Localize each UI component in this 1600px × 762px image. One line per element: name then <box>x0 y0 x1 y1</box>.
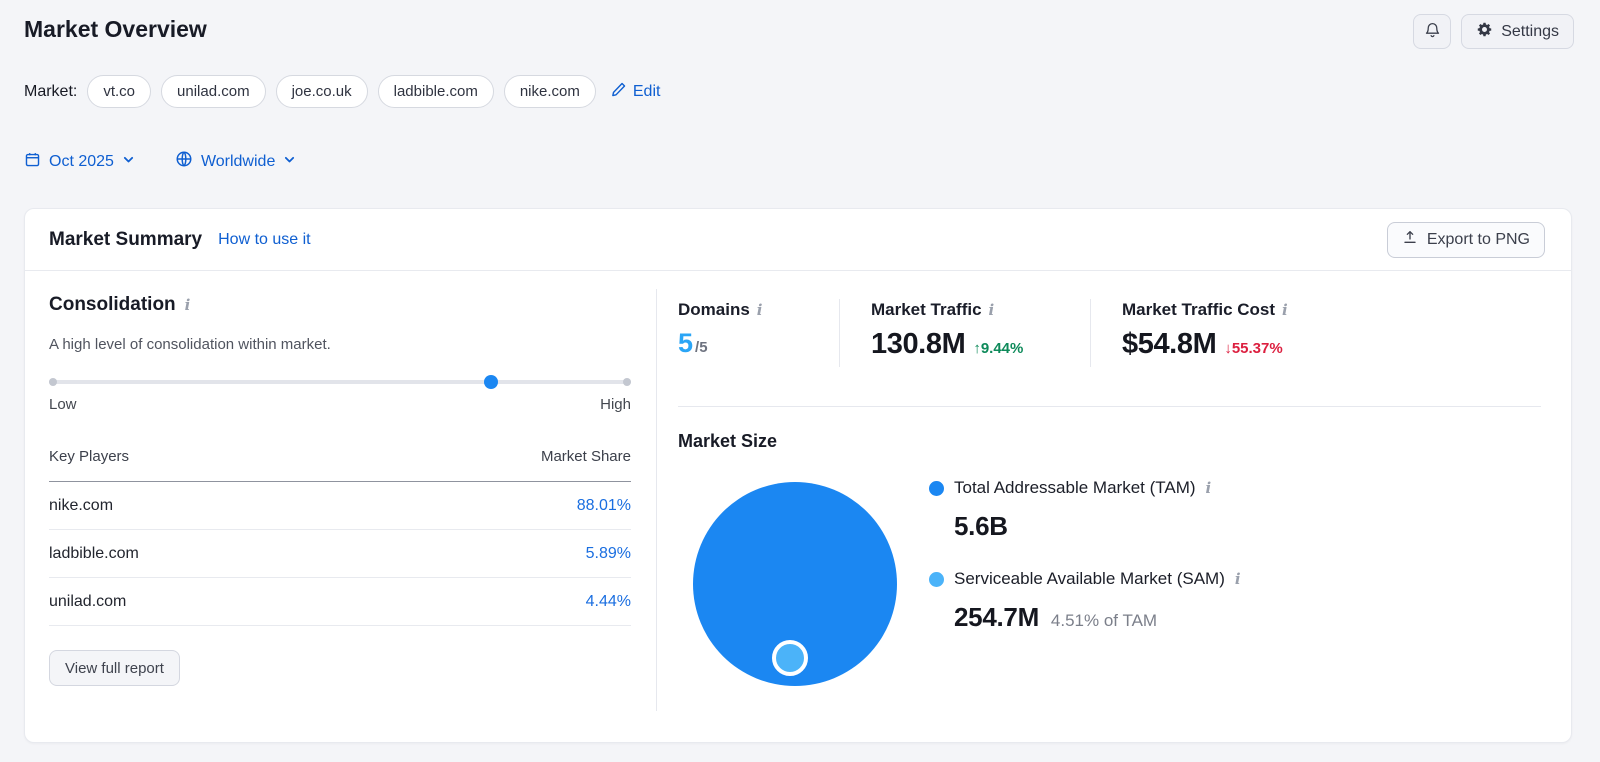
export-png-button[interactable]: Export to PNG <box>1386 221 1545 258</box>
tam-dot-icon <box>929 480 944 496</box>
export-png-label: Export to PNG <box>1426 230 1530 248</box>
page-root: Market Overview Settings Market: vt.co u… <box>0 0 1600 762</box>
gauge-high-label: High <box>600 396 631 413</box>
table-row: nike.com 88.01% <box>49 482 631 530</box>
sam-dot-icon <box>929 571 944 587</box>
how-to-use-link[interactable]: How to use it <box>218 231 310 249</box>
notifications-button[interactable] <box>1413 14 1452 49</box>
consolidation-gauge <box>49 375 631 389</box>
gauge-low-label: Low <box>49 396 77 413</box>
card-header: Market Summary How to use it Export to P… <box>25 209 1571 271</box>
metrics-row: Domains i 5/5 Market Traffic i 130.8M ↑9… <box>678 299 1546 367</box>
column-divider <box>656 289 657 711</box>
tam-legend-row: Total Addressable Market (TAM) i <box>929 477 1241 499</box>
table-header: Key Players Market Share <box>49 445 631 482</box>
market-share-link[interactable]: 4.44% <box>586 593 631 611</box>
market-chip[interactable]: unilad.com <box>161 75 266 108</box>
metric-divider <box>1090 299 1091 367</box>
market-traffic-label: Market Traffic <box>871 300 982 319</box>
market-label: Market: <box>24 82 78 100</box>
chevron-down-icon <box>122 153 135 171</box>
settings-button[interactable]: Settings <box>1461 14 1574 49</box>
market-traffic-cost-label: Market Traffic Cost <box>1122 300 1276 319</box>
info-icon[interactable]: i <box>1235 571 1241 587</box>
settings-button-label: Settings <box>1501 22 1559 40</box>
domains-label: Domains <box>678 300 750 319</box>
market-share-link[interactable]: 5.89% <box>586 545 631 563</box>
export-icon <box>1402 229 1418 250</box>
col-market-share: Market Share <box>540 448 631 465</box>
market-metrics-section: Domains i 5/5 Market Traffic i 130.8M ↑9… <box>678 299 1546 729</box>
domains-total: /5 <box>695 339 708 356</box>
gauge-end-high <box>623 378 631 386</box>
market-traffic-cost-value: $54.8M <box>1122 328 1217 360</box>
view-full-report-button[interactable]: View full report <box>49 650 180 686</box>
market-traffic-change: ↑9.44% <box>973 340 1024 357</box>
globe-icon <box>175 150 193 173</box>
sam-legend-row: Serviceable Available Market (SAM) i <box>929 568 1241 590</box>
market-size-title: Market Size <box>678 431 778 451</box>
gauge-end-low <box>49 378 57 386</box>
sam-pct-of-tam: 4.51% of TAM <box>1050 611 1158 630</box>
consolidation-description: A high level of consolidation within mar… <box>49 336 331 353</box>
section-divider <box>678 406 1541 407</box>
sam-bubble <box>772 640 808 676</box>
consolidation-section: Consolidation i A high level of consolid… <box>49 293 631 686</box>
region-filter-value: Worldwide <box>200 152 276 170</box>
traffic-cost-label-row: Market Traffic Cost i <box>1122 299 1288 321</box>
gauge-track <box>49 380 631 384</box>
consolidation-title-row: Consolidation i <box>49 293 631 317</box>
market-traffic-value: 130.8M <box>871 328 966 360</box>
info-icon[interactable]: i <box>1282 302 1288 318</box>
table-row: ladbible.com 5.89% <box>49 530 631 578</box>
player-domain: ladbible.com <box>49 544 139 562</box>
date-filter[interactable]: Oct 2025 <box>24 150 135 173</box>
domains-label-row: Domains i <box>678 299 808 321</box>
sam-value: 254.7M <box>954 602 1039 632</box>
date-filter-value: Oct 2025 <box>49 152 114 170</box>
filter-row: Oct 2025 Worldwide <box>24 150 296 173</box>
market-chip[interactable]: joe.co.uk <box>275 75 368 108</box>
tam-label: Total Addressable Market (TAM) <box>954 478 1196 497</box>
info-icon[interactable]: i <box>757 302 763 318</box>
key-players-table: Key Players Market Share nike.com 88.01%… <box>49 445 631 626</box>
info-icon[interactable]: i <box>1206 480 1212 496</box>
market-traffic-metric: Market Traffic i 130.8M ↑9.44% <box>871 299 1059 367</box>
sam-label: Serviceable Available Market (SAM) <box>954 569 1225 588</box>
page-title: Market Overview <box>24 16 207 42</box>
info-icon[interactable]: i <box>185 297 191 313</box>
market-chip[interactable]: vt.co <box>87 75 152 108</box>
col-key-players: Key Players <box>49 448 130 465</box>
traffic-label-row: Market Traffic i <box>871 299 1059 321</box>
edit-link-label: Edit <box>632 82 661 100</box>
player-domain: unilad.com <box>49 592 127 610</box>
consolidation-title: Consolidation <box>49 294 176 315</box>
gauge-labels: Low High <box>49 395 631 415</box>
gauge-thumb <box>484 375 499 389</box>
market-chip[interactable]: nike.com <box>503 75 596 108</box>
player-domain: nike.com <box>49 496 114 514</box>
market-size-legend: Total Addressable Market (TAM) i 5.6B Se… <box>929 477 1241 636</box>
region-filter[interactable]: Worldwide <box>175 150 296 173</box>
info-icon[interactable]: i <box>989 302 995 318</box>
market-row: Market: vt.co unilad.com joe.co.uk ladbi… <box>24 75 660 108</box>
market-share-link[interactable]: 88.01% <box>577 497 631 515</box>
tam-value: 5.6B <box>954 511 1008 541</box>
market-chip[interactable]: ladbible.com <box>377 75 494 108</box>
card-title: Market Summary <box>49 228 203 250</box>
market-traffic-cost-change: ↓55.37% <box>1224 340 1283 357</box>
top-actions: Settings <box>1413 14 1574 49</box>
gear-icon <box>1476 21 1493 43</box>
domains-value: 5 <box>678 328 694 358</box>
bell-icon <box>1424 21 1441 42</box>
calendar-icon <box>24 151 41 173</box>
domains-metric: Domains i 5/5 <box>678 299 808 367</box>
market-summary-card: Market Summary How to use it Export to P… <box>24 208 1572 743</box>
edit-market-link[interactable]: Edit <box>610 81 661 103</box>
chevron-down-icon <box>283 153 296 171</box>
table-row: unilad.com 4.44% <box>49 578 631 626</box>
metric-divider <box>839 299 840 367</box>
market-traffic-cost-metric: Market Traffic Cost i $54.8M ↓55.37% <box>1122 299 1288 367</box>
pencil-icon <box>610 81 627 103</box>
